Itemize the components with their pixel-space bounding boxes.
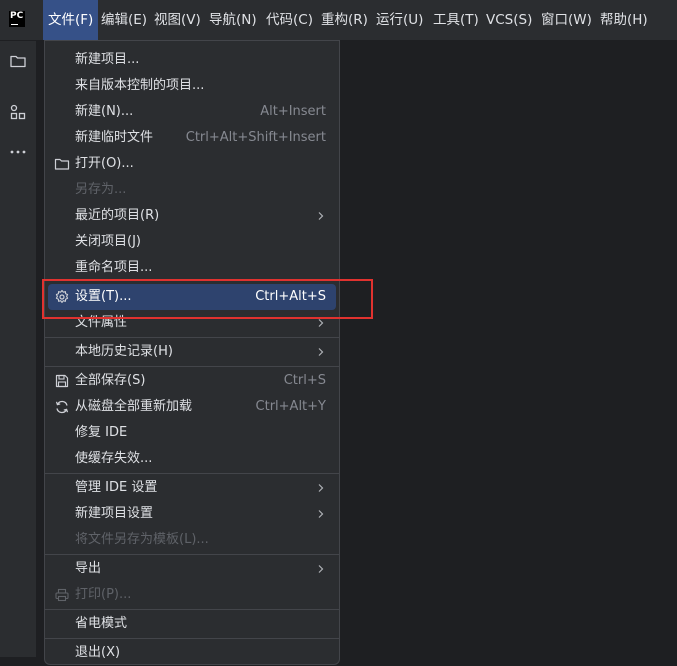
menu-item-save-all[interactable]: 全部保存(S) Ctrl+S [48,368,336,394]
reload-icon [55,400,69,414]
menu-item-label: 退出(X) [75,645,121,660]
menu-separator [45,366,339,367]
menu-item-label: 将文件另存为模板(L)... [75,532,209,547]
chevron-right-icon [318,510,324,518]
menu-item-label: 新建项目... [75,52,140,67]
menu-item-label: 新建项目设置 [75,506,154,521]
menu-item-label: 另存为... [75,182,127,197]
menu-item-exit[interactable]: 退出(X) [48,640,336,666]
more-tools-icon[interactable] [9,143,27,161]
gear-icon [55,289,69,303]
printer-icon [55,588,69,602]
menu-item-recent-projects[interactable]: 最近的项目(R) [48,203,336,229]
menu-item-new[interactable]: 新建(N)... Alt+Insert [48,99,336,125]
menu-item-label: 关闭项目(J) [75,234,141,249]
menu-item-label: 修复 IDE [75,425,128,440]
menu-item-close-project[interactable]: 关闭项目(J) [48,229,336,255]
menu-edit[interactable]: 编辑(E) [101,0,147,40]
folder-icon [54,158,70,170]
menu-code[interactable]: 代码(C) [266,0,313,40]
menu-item-shortcut: Ctrl+Alt+Shift+Insert [185,130,326,145]
menu-item-rename-project[interactable]: 重命名项目... [48,255,336,281]
menu-item-invalidate-caches[interactable]: 使缓存失效... [48,446,336,472]
menu-separator [45,473,339,474]
menu-item-label: 设置(T)... [75,289,132,304]
menu-item-label: 打印(P)... [75,587,132,602]
left-tool-strip [0,41,37,657]
menu-item-shortcut: Ctrl+S [283,373,326,388]
save-icon [55,374,69,388]
main-menubar: PC 文件(F) 编辑(E) 视图(V) 导航(N) 代码(C) 重构(R) 运… [0,0,677,41]
menu-run[interactable]: 运行(U) [376,0,423,40]
menu-item-shortcut: Ctrl+Alt+S [255,289,326,304]
menu-vcs[interactable]: VCS(S) [486,0,532,40]
menu-item-label: 最近的项目(R) [75,208,160,223]
menu-help[interactable]: 帮助(H) [600,0,648,40]
menu-item-repair-ide[interactable]: 修复 IDE [48,420,336,446]
menu-item-label: 省电模式 [75,616,128,631]
menu-item-label: 重命名项目... [75,260,153,275]
menu-item-reload-all-from-disk[interactable]: 从磁盘全部重新加载 Ctrl+Alt+Y [48,394,336,420]
chevron-right-icon [318,565,324,573]
menu-item-project-from-vcs[interactable]: 来自版本控制的项目... [48,73,336,99]
menu-item-new-project-settings[interactable]: 新建项目设置 [48,501,336,527]
menu-item-label: 新建临时文件 [75,130,154,145]
menu-separator [45,638,339,639]
chevron-right-icon [318,319,324,327]
menu-separator [45,554,339,555]
chevron-right-icon [318,484,324,492]
menu-item-manage-ide-settings[interactable]: 管理 IDE 设置 [48,475,336,501]
menu-item-open[interactable]: 打开(O)... [48,151,336,177]
menu-refactor[interactable]: 重构(R) [321,0,368,40]
menu-item-save-as: 另存为... [48,177,336,203]
menu-item-print: 打印(P)... [48,582,336,608]
menu-item-label: 本地历史记录(H) [75,344,173,359]
menu-separator [45,337,339,338]
chevron-right-icon [318,348,324,356]
menu-window[interactable]: 窗口(W) [541,0,592,40]
menu-item-label: 导出 [75,561,102,576]
menu-item-local-history[interactable]: 本地历史记录(H) [48,339,336,365]
menu-item-power-save-mode[interactable]: 省电模式 [48,611,336,637]
menu-separator [45,609,339,610]
menu-item-new-project[interactable]: 新建项目... [48,47,336,73]
menu-item-settings[interactable]: 设置(T)... Ctrl+Alt+S [48,284,336,310]
menu-item-label: 新建(N)... [75,104,134,119]
menu-item-label: 使缓存失效... [75,451,153,466]
structure-icon[interactable] [9,103,27,121]
menu-tools[interactable]: 工具(T) [433,0,479,40]
chevron-right-icon [318,212,324,220]
pycharm-logo-icon[interactable]: PC [9,11,25,27]
menu-item-label: 来自版本控制的项目... [75,78,205,93]
menu-item-shortcut: Alt+Insert [260,104,326,119]
file-menu-dropdown: 新建项目... 来自版本控制的项目... 新建(N)... Alt+Insert… [44,40,340,665]
menu-navigate[interactable]: 导航(N) [209,0,257,40]
menu-view[interactable]: 视图(V) [154,0,201,40]
menu-item-label: 从磁盘全部重新加载 [75,399,193,414]
menu-file[interactable]: 文件(F) [43,0,99,40]
menu-item-label: 文件属性 [75,315,128,330]
menu-item-label: 打开(O)... [75,156,134,171]
menu-item-file-properties[interactable]: 文件属性 [48,310,336,336]
menu-item-label: 全部保存(S) [75,373,146,388]
menu-item-label: 管理 IDE 设置 [75,480,158,495]
project-folder-icon[interactable] [9,52,27,70]
menu-item-new-scratch-file[interactable]: 新建临时文件 Ctrl+Alt+Shift+Insert [48,125,336,151]
menu-item-save-file-as-template: 将文件另存为模板(L)... [48,527,336,553]
menu-item-export[interactable]: 导出 [48,556,336,582]
menu-item-shortcut: Ctrl+Alt+Y [255,399,326,414]
